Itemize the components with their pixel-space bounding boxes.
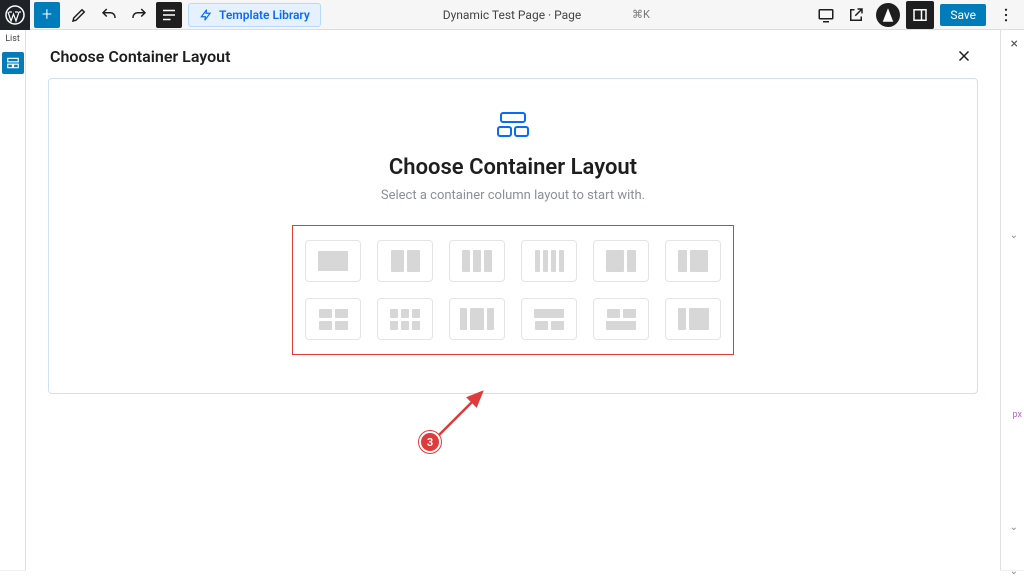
edit-icon[interactable]: [66, 2, 92, 28]
right-rail: × ⌄ px ⌄ ⌄: [1000, 30, 1024, 570]
layout-top-split[interactable]: [521, 298, 577, 340]
sidebar-toggle-icon[interactable]: [906, 1, 934, 29]
close-modal-button[interactable]: [952, 44, 976, 68]
topbar-right-tools: Save: [812, 0, 1020, 30]
desktop-preview-icon[interactable]: [812, 1, 840, 29]
layout-options-grid: [292, 225, 734, 355]
layout-row-2: [305, 298, 721, 340]
panel-chevron-icon[interactable]: ⌄: [1010, 522, 1018, 533]
layout-bottom-split[interactable]: [593, 298, 649, 340]
layout-2col-wide-right[interactable]: [665, 240, 721, 282]
layout-4col[interactable]: [521, 240, 577, 282]
container-hero-icon: [496, 111, 530, 139]
list-view-label: List: [0, 30, 25, 48]
panel-chevron-icon[interactable]: ⌄: [1010, 230, 1018, 241]
layout-subtitle: Select a container column layout to star…: [69, 188, 957, 203]
editor-topbar: + Template Library Dynamic Test Page · P…: [0, 0, 1024, 30]
template-library-label: Template Library: [219, 8, 310, 22]
redo-icon[interactable]: [126, 2, 152, 28]
inspector-close-icon[interactable]: ×: [1011, 36, 1018, 52]
command-shortcut-label: ⌘K: [632, 8, 650, 21]
layout-sidebar[interactable]: [665, 298, 721, 340]
more-options-icon[interactable]: [992, 1, 1020, 29]
left-rail: List: [0, 30, 26, 570]
astra-icon[interactable]: [876, 3, 900, 27]
panel-chevron-icon[interactable]: ⌄: [1010, 566, 1018, 577]
undo-icon[interactable]: [96, 2, 122, 28]
layout-hero-title: Choose Container Layout: [69, 155, 957, 180]
container-block-icon[interactable]: [2, 52, 24, 74]
annotation-arrow: [436, 388, 496, 438]
list-view-icon[interactable]: [156, 2, 182, 28]
modal-title: Choose Container Layout: [50, 47, 230, 66]
layout-2col[interactable]: [377, 240, 433, 282]
external-link-icon[interactable]: [842, 1, 870, 29]
editor-background: + Template Library Dynamic Test Page · P…: [0, 0, 1024, 571]
add-block-button[interactable]: +: [34, 2, 60, 28]
save-button[interactable]: Save: [940, 4, 986, 26]
layout-grid-2x2[interactable]: [305, 298, 361, 340]
document-title[interactable]: Dynamic Test Page · Page: [443, 8, 582, 22]
wordpress-logo[interactable]: [0, 0, 30, 30]
layout-3col-center[interactable]: [449, 298, 505, 340]
layout-3col[interactable]: [449, 240, 505, 282]
layout-grid-3x2[interactable]: [377, 298, 433, 340]
annotation-step-badge: 3: [419, 431, 441, 453]
layout-row-1: [305, 240, 721, 282]
template-library-button[interactable]: Template Library: [188, 3, 321, 27]
modal-header: Choose Container Layout: [26, 30, 1000, 78]
layout-1col[interactable]: [305, 240, 361, 282]
layout-2col-wide-left[interactable]: [593, 240, 649, 282]
layout-modal: Choose Container Layout Choose Container…: [26, 30, 1000, 571]
layout-panel: Choose Container Layout Select a contain…: [48, 78, 978, 394]
px-unit-label: px: [1013, 410, 1022, 420]
